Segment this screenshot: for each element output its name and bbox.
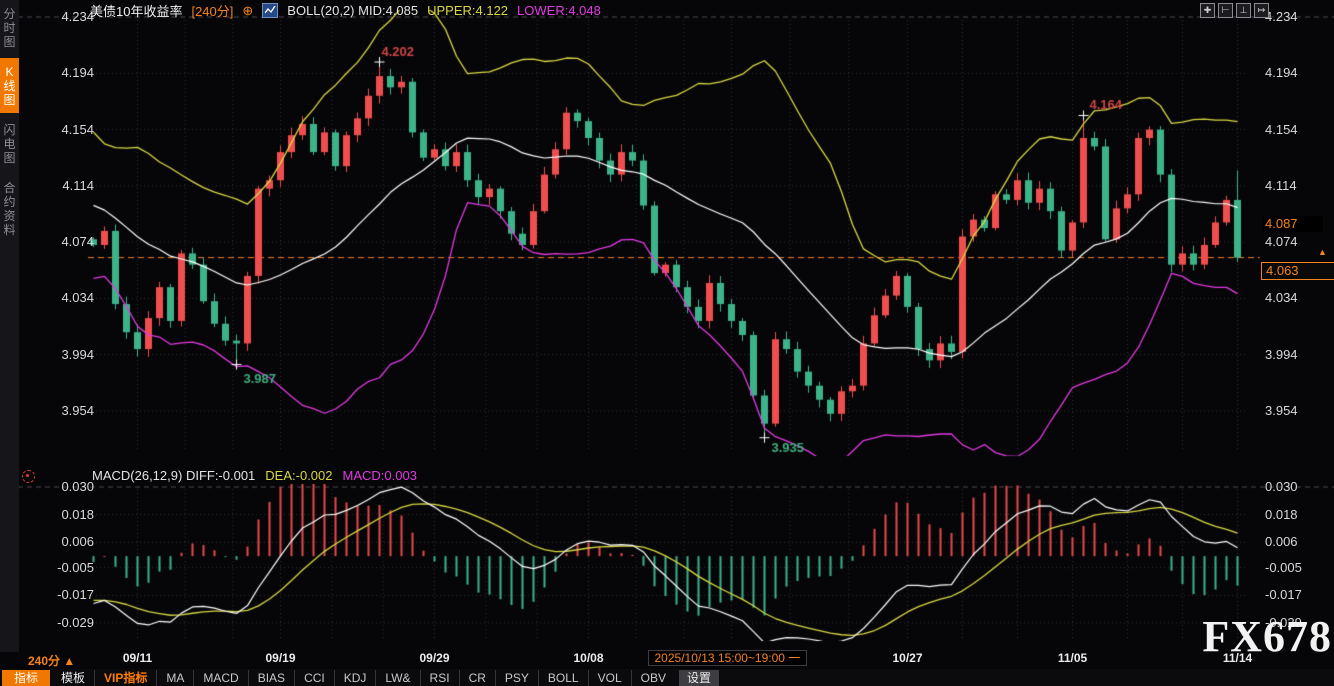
toolbar-tab-BIAS[interactable]: BIAS xyxy=(248,670,294,686)
mini-chart-icon[interactable] xyxy=(262,3,278,18)
price-axis-label: 4.234 xyxy=(1265,9,1325,24)
last-price-label: 4.063 xyxy=(1261,262,1334,280)
sidebar-item-2[interactable]: K线图 xyxy=(0,58,19,113)
macd-axis-label: 0.006 xyxy=(34,534,94,549)
toolbar-tab-KDJ[interactable]: KDJ xyxy=(334,670,376,686)
chart-header: 美债10年收益率 [240分] ⊕ BOLL(20,2) MID:4.085 U… xyxy=(90,2,601,19)
toolbar-tab-VOL[interactable]: VOL xyxy=(588,670,631,686)
trading-terminal: 分时图 K线图闪电图合约资料 美债10年收益率 [240分] ⊕ BOLL(20,… xyxy=(0,0,1334,686)
macd-axis-label: -0.005 xyxy=(34,560,94,575)
macd-axis-label: 0.030 xyxy=(1265,479,1325,494)
price-axis-label: 4.234 xyxy=(34,9,94,24)
price-axis-label: 4.114 xyxy=(1265,178,1325,193)
x-axis-tick: 10/27 xyxy=(863,651,953,665)
indicator-toolbar: 指标模板VIP指标MAMACDBIASCCIKDJLW&RSICRPSYBOLL… xyxy=(0,669,1334,686)
boll-lower-label: LOWER:4.048 xyxy=(517,3,601,18)
toolbar-tab-MACD[interactable]: MACD xyxy=(193,670,247,686)
selected-candle-time-label: 2025/10/13 15:00~19:00 一 xyxy=(648,650,808,666)
toolbar-tab-RSI[interactable]: RSI xyxy=(420,670,459,686)
macd-axis-label: -0.017 xyxy=(1265,587,1325,602)
boll-label: BOLL(20,2) MID:4.085 xyxy=(287,3,418,18)
macd-axis-label: 0.018 xyxy=(1265,507,1325,522)
macd-axis-label: -0.029 xyxy=(34,615,94,630)
x-axis-tick: 09/19 xyxy=(236,651,326,665)
price-axis-label: 4.074 xyxy=(34,234,94,249)
dropdown-arrow-icon: ▲ xyxy=(63,654,75,668)
macd-axis-label: -0.005 xyxy=(1265,560,1325,575)
macd-axis-label: 0.018 xyxy=(34,507,94,522)
indicator-settings-icon[interactable] xyxy=(22,470,35,483)
macd-params-label: MACD(26,12,9) DIFF:-0.001 xyxy=(92,468,255,483)
toolbar-tab-设置[interactable]: 设置 xyxy=(679,670,719,686)
price-axis-label: 4.114 xyxy=(34,178,94,193)
price-axis-label: 4.154 xyxy=(1265,122,1325,137)
toolbar-tab-BOLL[interactable]: BOLL xyxy=(538,670,588,686)
x-axis-tick: 10/08 xyxy=(544,651,634,665)
macd-axis-label: -0.017 xyxy=(34,587,94,602)
instrument-title: 美债10年收益率 xyxy=(90,1,182,20)
y-axis-scale-icon[interactable]: ⊥ xyxy=(1236,3,1251,18)
macd-axis-label: 0.030 xyxy=(34,479,94,494)
toolbar-tab-CCI[interactable]: CCI xyxy=(294,670,334,686)
price-axis-label: 3.954 xyxy=(34,403,94,418)
toolbar-tab-CR[interactable]: CR xyxy=(459,670,495,686)
x-axis-tick: 11/05 xyxy=(1028,651,1118,665)
move-icon[interactable]: ✚ xyxy=(1200,3,1215,18)
chart-tool-icons: ✚⊢⊥↦ xyxy=(1200,3,1269,18)
boll-upper-label: UPPER:4.122 xyxy=(427,3,508,18)
price-axis-label: 4.194 xyxy=(34,65,94,80)
link-icon[interactable]: ⊕ xyxy=(242,3,253,19)
price-axis-label: 3.994 xyxy=(1265,347,1325,362)
period-selector[interactable]: 240分 ▲ xyxy=(28,652,75,669)
macd-axis-label: 0.006 xyxy=(1265,534,1325,549)
chart-type-sidebar: 分时图 K线图闪电图合约资料 xyxy=(0,0,19,652)
sidebar-item-1[interactable]: 分时图 xyxy=(0,0,19,55)
toolbar-tab-PSY[interactable]: PSY xyxy=(495,670,538,686)
price-axis-label: 4.154 xyxy=(34,122,94,137)
pan-right-icon[interactable]: ↦ xyxy=(1254,3,1269,18)
toolbar-tab-LW&[interactable]: LW& xyxy=(375,670,419,686)
kline-macd-canvas[interactable] xyxy=(0,0,1334,686)
price-axis-label: 4.034 xyxy=(1265,290,1325,305)
x-axis-scale-icon[interactable]: ⊢ xyxy=(1218,3,1233,18)
brand-watermark: FX678 xyxy=(1202,611,1332,662)
toolbar-tab-模板[interactable]: 模板 xyxy=(52,670,94,686)
toolbar-tab-VIP指标[interactable]: VIP指标 xyxy=(94,670,156,686)
macd-value-label: MACD:0.003 xyxy=(343,468,417,483)
toolbar-tab-指标[interactable]: 指标 xyxy=(2,670,50,686)
period-tag[interactable]: [240分] xyxy=(191,1,233,20)
macd-header: MACD(26,12,9) DIFF:-0.001 DEA:-0.002 MAC… xyxy=(92,468,417,483)
x-axis-tick: 09/29 xyxy=(390,651,480,665)
toolbar-tab-MA[interactable]: MA xyxy=(156,670,193,686)
price-axis-label: 3.994 xyxy=(34,347,94,362)
mid-price-label: 4.087 xyxy=(1262,216,1323,232)
x-axis-tick: 09/11 xyxy=(93,651,183,665)
sidebar-item-4[interactable]: 合约资料 xyxy=(0,174,19,243)
price-axis-label: 4.034 xyxy=(34,290,94,305)
macd-dea-label: DEA:-0.002 xyxy=(265,468,332,483)
price-axis-label: 4.194 xyxy=(1265,65,1325,80)
toolbar-tab-OBV[interactable]: OBV xyxy=(631,670,675,686)
sidebar-item-3[interactable]: 闪电图 xyxy=(0,116,19,171)
price-up-marker-icon: ▲ xyxy=(1318,247,1327,257)
price-axis-label: 4.074 xyxy=(1265,234,1325,249)
price-axis-label: 3.954 xyxy=(1265,403,1325,418)
